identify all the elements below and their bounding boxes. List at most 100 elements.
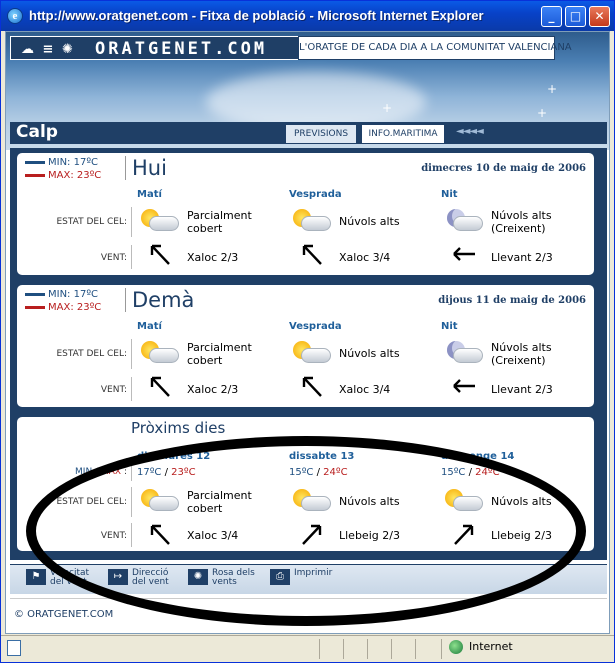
sky-desc: Parcialment cobert [187,341,252,367]
slash: / [468,467,472,478]
period-nit: Nit [441,321,458,332]
security-zone: Internet [469,640,513,653]
legend-line: Imprimir [294,568,333,578]
max-label: MAX [101,467,122,477]
legend-line: del vent [50,577,87,587]
tomorrow-max-text: MAX: 23ºC [48,302,102,313]
sky-desc: Parcialment cobert [187,489,252,515]
day-title: Hui [125,156,167,180]
sky-desc-line: (Creixent) [491,222,546,235]
tab-previsions[interactable]: PREVISIONS [285,124,357,144]
legend-line: del vent [132,577,169,587]
sun-cloud-icon [293,339,331,365]
internet-explorer-icon: e [7,8,23,24]
arrow-nw-icon [302,244,322,265]
sky-desc: Parcialment cobert [187,209,252,235]
max-line-icon [25,173,45,177]
next-days-panel: Pròxims dies divendres 12 dissabte 13 di… [16,416,595,552]
sky-label: ESTAT DEL CEL: [56,349,127,359]
period-vesprada: Vesprada [289,189,342,200]
star-icon: + [537,106,548,120]
copyright[interactable]: © ORATGENET.COM [14,609,113,620]
globe-icon [449,640,463,654]
sky-desc-line: Núvols alts [491,209,552,222]
sky-desc: Núvols alts (Creixent) [491,209,552,235]
min-label: MIN [75,467,93,477]
slash: / [316,467,320,478]
day-date: dijous 11 de maig de 2006 [438,295,586,306]
divider [131,339,132,369]
close-button[interactable]: ✕ [589,6,610,27]
direction-icon: ↦ [108,569,128,585]
status-cell [415,639,439,659]
tomorrow-min: MIN: 17ºC [25,289,98,300]
arrow-nw-icon [150,376,170,397]
tab-info-maritima[interactable]: INFO.MARITIMA [361,124,445,144]
nav-bar: Calp PREVISIONS INFO.MARITIMA ◄◄◄◄ [10,122,607,144]
next-day-temps: 15ºC / 24ºC [441,467,500,478]
legend-bar: ⚑ Velocitat del vent ↦ Direcció del vent ✺ Ro… [10,564,607,594]
wind-text: Llebeig 2/3 [491,529,552,542]
min-line-icon [25,160,45,164]
day-date: dimecres 10 de maig de 2006 [421,163,586,174]
wind-text: Llebeig 2/3 [339,529,400,542]
next-day-name: divendres 12 [137,451,211,462]
status-cell [391,639,415,659]
status-bar: Internet [1,635,614,662]
next-day-name: diumenge 14 [441,451,515,462]
sun-cloud-icon [141,339,179,365]
sky-desc: Núvols alts (Creixent) [491,341,552,367]
wind-label: VENT: [100,385,127,395]
sky-desc-line: Parcialment [187,489,252,502]
min-line-icon [25,292,45,296]
temp-min: 15ºC [289,467,314,478]
arrow-left-icon [453,379,475,393]
sky-desc-line: Núvols alts [339,347,400,360]
sun-cloud-icon [445,487,483,513]
wind-text: Xaloc 3/4 [187,529,239,542]
temp-max: 24ºC [475,467,500,478]
legend-label: Velocitat del vent [50,569,89,587]
page-icon [7,640,21,656]
period-mati: Matí [137,321,162,332]
sky-desc-line: Núvols alts [339,495,400,508]
minimize-button[interactable]: _ [541,6,562,27]
today-max: MAX: 23ºC [25,170,101,181]
city-name: Calp [16,122,58,142]
sky-desc-line: Núvols alts [491,341,552,354]
sky-desc-line: cobert [187,354,223,367]
sun-cloud-icon [293,207,331,233]
zone-cell [441,639,611,659]
logo-weather-icons: ☁ ≡ ✺ [21,42,75,57]
period-nit: Nit [441,189,458,200]
divider [131,463,132,481]
minmax-label: MIN / MAX : [75,467,127,477]
today-min-text: MIN: 17ºC [48,157,99,168]
max-line-icon [25,305,45,309]
wind-text: Llevant 2/3 [491,383,553,396]
title-bar[interactable]: e http://www.oratgenet.com - Fitxa de po… [1,1,614,31]
legend-label: Imprimir [294,569,332,578]
sky-label: ESTAT DEL CEL: [56,497,127,507]
sky-label: ESTAT DEL CEL: [56,217,127,227]
sky-desc: Núvols alts [339,495,400,508]
star-icon: + [382,101,393,115]
arrow-ne-icon [302,524,322,545]
wind-text: Xaloc 3/4 [339,383,391,396]
page-content: + + + ☁ ≡ ✺ ORATGENET.COM L'ORATGE DE CA… [5,31,610,634]
wind-label: VENT: [100,531,127,541]
period-mati: Matí [137,189,162,200]
sky-desc: Núvols alts [339,347,400,360]
scroll-arrows-icon[interactable]: ◄◄◄◄ [456,126,484,137]
window-title: http://www.oratgenet.com - Fitxa de pobl… [29,8,484,23]
status-cell [343,639,367,659]
next-days-title: Pròxims dies [131,419,226,437]
slash: / [164,467,168,478]
wind-text: Xaloc 2/3 [187,251,239,264]
site-logo[interactable]: ☁ ≡ ✺ ORATGENET.COM [10,36,300,60]
tomorrow-panel: MIN: 17ºC MAX: 23ºC Demà dijous 11 de ma… [16,284,595,408]
maximize-button[interactable]: □ [565,6,586,27]
forecast-area: MIN: 17ºC MAX: 23ºC Hui dimecres 10 de m… [10,148,607,560]
sky-desc: Núvols alts [491,495,552,508]
sun-cloud-icon [141,487,179,513]
